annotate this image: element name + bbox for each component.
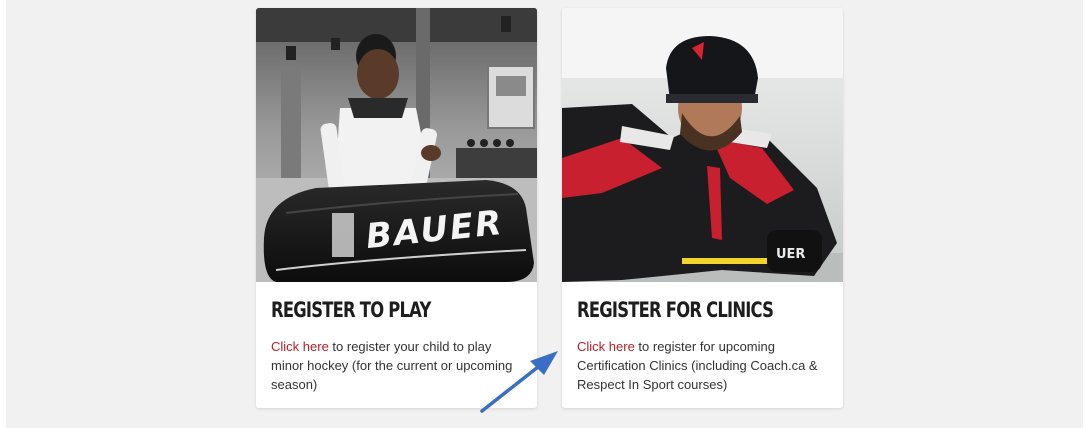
girl-with-hockey-bag-photo: BAUER — [256, 8, 537, 282]
register-for-clinics-image: UER — [562, 8, 843, 282]
register-for-clinics-title: REGISTER FOR CLINICS — [577, 298, 774, 322]
annotation-arrow-icon — [480, 351, 558, 413]
svg-text:UER: UER — [776, 247, 805, 262]
hockey-coach-skating-photo: UER — [562, 8, 843, 282]
register-for-clinics-card: UER REGISTER FOR CLINICS Click here to r… — [562, 8, 843, 408]
register-to-play-image: BAUER — [256, 8, 537, 282]
register-for-clinics-description: Click here to register for upcoming Cert… — [577, 337, 827, 394]
register-for-clinics-link[interactable]: Click here — [577, 339, 635, 354]
register-to-play-title: REGISTER TO PLAY — [271, 298, 431, 322]
register-to-play-link[interactable]: Click here — [271, 339, 329, 354]
